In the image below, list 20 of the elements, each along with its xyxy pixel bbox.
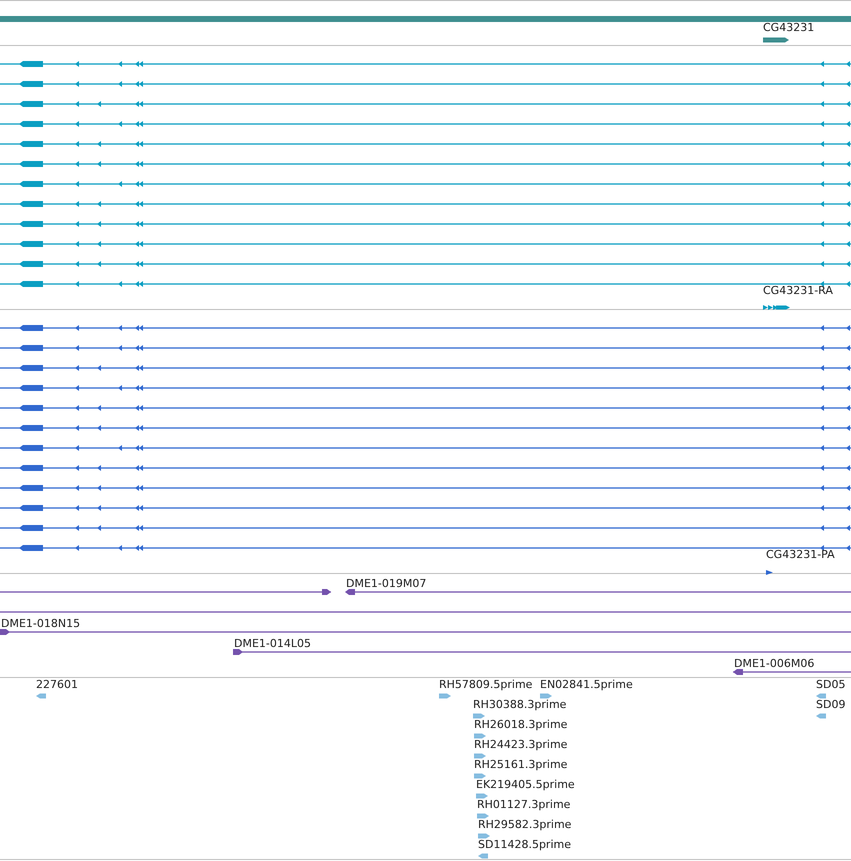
feature-label: RH25161.3prime (474, 759, 568, 771)
feature-label: DME1-014L05 (234, 638, 311, 650)
feature-label: SD11428.5prime (478, 839, 571, 851)
feature-label: 227601 (36, 679, 78, 691)
feature-label: RH01127.3prime (477, 799, 570, 811)
feature-label: SD09 (816, 699, 846, 711)
feature-label: RH26018.3prime (474, 719, 568, 731)
feature-label: DME1-018N15 (1, 618, 80, 630)
feature-label: RH57809.5prime (439, 679, 532, 691)
feature-label: EN02841.5prime (540, 679, 633, 691)
feature-label: RH24423.3prime (474, 739, 568, 751)
feature-label: RH30388.3prime (473, 699, 566, 711)
feature-label: CG43231-PA (766, 549, 835, 561)
feature-label: DME1-006M06 (734, 658, 814, 670)
feature-label: CG43231-RA (763, 285, 833, 297)
feature-label: CG43231 (763, 22, 814, 34)
feature-label: RH29582.3prime (478, 819, 572, 831)
feature-label: SD05 (816, 679, 846, 691)
feature-label: EK219405.5prime (476, 779, 575, 791)
feature-label: DME1-019M07 (346, 578, 426, 590)
